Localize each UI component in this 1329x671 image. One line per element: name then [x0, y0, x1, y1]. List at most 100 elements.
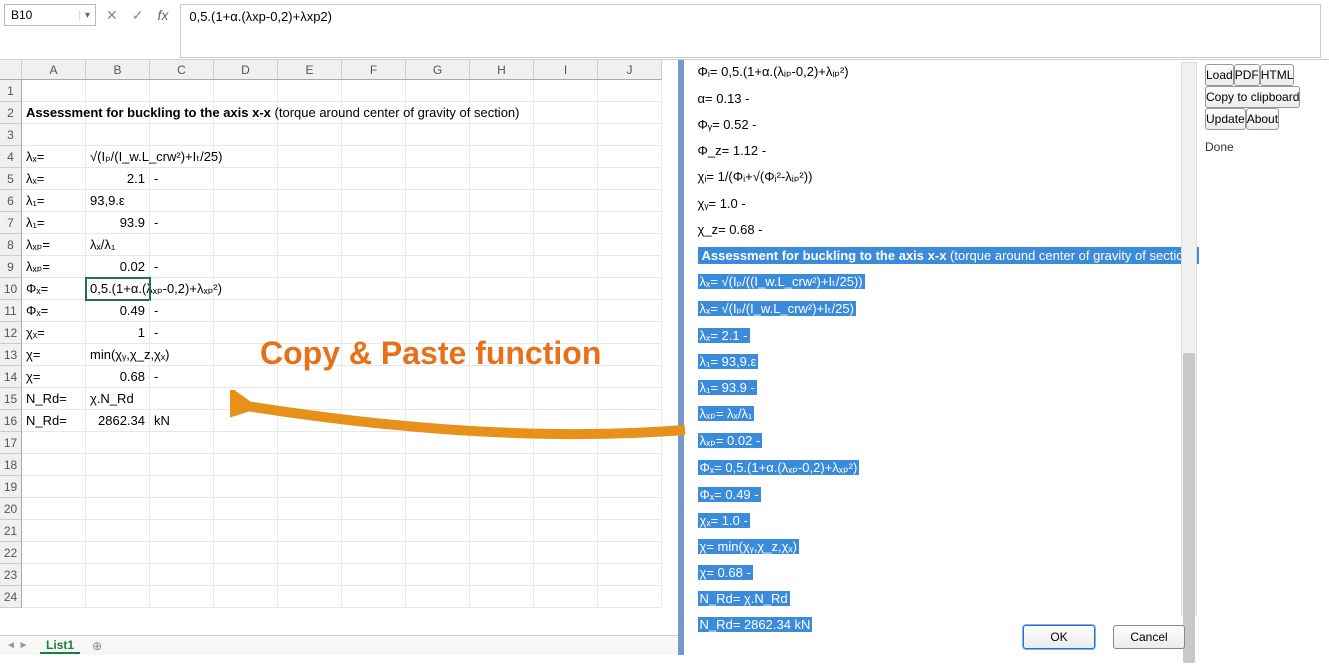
name-box-input[interactable]	[5, 6, 79, 24]
row-header[interactable]: 15	[0, 388, 22, 410]
cell-C20[interactable]	[150, 498, 214, 520]
cancel-button[interactable]: Cancel	[1113, 625, 1185, 649]
output-line-selected[interactable]: χₓ= 1.0 -	[698, 513, 1199, 528]
accept-formula-icon[interactable]: ✓	[132, 7, 144, 24]
cell-F20[interactable]	[342, 498, 406, 520]
cell-I21[interactable]	[534, 520, 598, 542]
col-header-h[interactable]: H	[470, 60, 534, 80]
row-header[interactable]: 5	[0, 168, 22, 190]
cell-I20[interactable]	[534, 498, 598, 520]
cell-C7[interactable]: -	[150, 212, 214, 234]
name-box-dropdown-icon[interactable]: ▾	[79, 10, 95, 21]
cell-J20[interactable]	[598, 498, 662, 520]
about-button[interactable]: About	[1246, 108, 1279, 130]
cell-D3[interactable]	[214, 124, 278, 146]
cell-D10[interactable]	[214, 278, 278, 300]
cell-J3[interactable]	[598, 124, 662, 146]
output-line-selected[interactable]: λ₁= 93,9.ε	[698, 354, 1199, 369]
col-header-g[interactable]: G	[406, 60, 470, 80]
row-header[interactable]: 1	[0, 80, 22, 102]
cell-A15[interactable]: N_Rd=	[22, 388, 86, 410]
cell-I22[interactable]	[534, 542, 598, 564]
cell-I18[interactable]	[534, 454, 598, 476]
cell-E7[interactable]	[278, 212, 342, 234]
cell-I19[interactable]	[534, 476, 598, 498]
cell-F3[interactable]	[342, 124, 406, 146]
cell-B5[interactable]: 2.1	[86, 168, 150, 190]
row-header[interactable]: 9	[0, 256, 22, 278]
cell-H18[interactable]	[470, 454, 534, 476]
cell-A19[interactable]	[22, 476, 86, 498]
output-line[interactable]: χ_z= 0.68 -	[698, 222, 1199, 237]
cell-E21[interactable]	[278, 520, 342, 542]
cell-B7[interactable]: 93.9	[86, 212, 150, 234]
cell-I2[interactable]	[534, 102, 598, 124]
cell-C12[interactable]: -	[150, 322, 214, 344]
row-header[interactable]: 6	[0, 190, 22, 212]
cell-J7[interactable]	[598, 212, 662, 234]
cell-E19[interactable]	[278, 476, 342, 498]
cell-D14[interactable]	[214, 366, 278, 388]
cell-E20[interactable]	[278, 498, 342, 520]
cell-G12[interactable]	[406, 322, 470, 344]
cell-C16[interactable]: kN	[150, 410, 214, 432]
cell-I14[interactable]	[534, 366, 598, 388]
cell-H23[interactable]	[470, 564, 534, 586]
cell-H3[interactable]	[470, 124, 534, 146]
cell-G23[interactable]	[406, 564, 470, 586]
cell-F4[interactable]	[342, 146, 406, 168]
cell-A6[interactable]: λ₁=	[22, 190, 86, 212]
cell-G15[interactable]	[406, 388, 470, 410]
cell-I8[interactable]	[534, 234, 598, 256]
cell-A2[interactable]: Assessment for buckling to the axis x-x …	[22, 102, 86, 124]
cell-D11[interactable]	[214, 300, 278, 322]
pdf-button[interactable]: PDF	[1234, 64, 1260, 86]
cell-G6[interactable]	[406, 190, 470, 212]
cell-C1[interactable]	[150, 80, 214, 102]
row-header[interactable]: 24	[0, 586, 22, 608]
output-line-selected[interactable]: λₓₚ= 0.02 -	[698, 433, 1199, 449]
cell-F23[interactable]	[342, 564, 406, 586]
cell-J11[interactable]	[598, 300, 662, 322]
row-header[interactable]: 8	[0, 234, 22, 256]
cell-G21[interactable]	[406, 520, 470, 542]
cell-G18[interactable]	[406, 454, 470, 476]
ok-button[interactable]: OK	[1023, 625, 1095, 649]
cell-D18[interactable]	[214, 454, 278, 476]
cell-B8[interactable]: λₓ/λ₁	[86, 234, 150, 256]
cell-A1[interactable]	[22, 80, 86, 102]
cell-J24[interactable]	[598, 586, 662, 608]
cell-F18[interactable]	[342, 454, 406, 476]
cell-I10[interactable]	[534, 278, 598, 300]
cell-E17[interactable]	[278, 432, 342, 454]
cell-D9[interactable]	[214, 256, 278, 278]
cell-B1[interactable]	[86, 80, 150, 102]
col-header-c[interactable]: C	[150, 60, 214, 80]
cell-G11[interactable]	[406, 300, 470, 322]
cell-J22[interactable]	[598, 542, 662, 564]
cell-A10[interactable]: Φₓ=	[22, 278, 86, 300]
name-box[interactable]: ▾	[4, 4, 96, 26]
cell-H10[interactable]	[470, 278, 534, 300]
cell-B14[interactable]: 0.68	[86, 366, 150, 388]
cell-E18[interactable]	[278, 454, 342, 476]
cell-J10[interactable]	[598, 278, 662, 300]
cell-E14[interactable]	[278, 366, 342, 388]
row-header[interactable]: 4	[0, 146, 22, 168]
cell-J6[interactable]	[598, 190, 662, 212]
cell-B16[interactable]: 2862.34	[86, 410, 150, 432]
cell-I9[interactable]	[534, 256, 598, 278]
cell-E5[interactable]	[278, 168, 342, 190]
cell-I23[interactable]	[534, 564, 598, 586]
cell-E16[interactable]	[278, 410, 342, 432]
cell-C3[interactable]	[150, 124, 214, 146]
cell-G20[interactable]	[406, 498, 470, 520]
cell-G10[interactable]	[406, 278, 470, 300]
cell-F11[interactable]	[342, 300, 406, 322]
output-line-selected[interactable]: χ= 0.68 -	[698, 565, 1199, 580]
cell-B15[interactable]: χ.N_Rd	[86, 388, 150, 410]
cell-E1[interactable]	[278, 80, 342, 102]
output-line[interactable]: Φᵧ= 0.52 -	[698, 117, 1199, 132]
cell-F12[interactable]	[342, 322, 406, 344]
select-all-corner[interactable]	[0, 60, 22, 80]
